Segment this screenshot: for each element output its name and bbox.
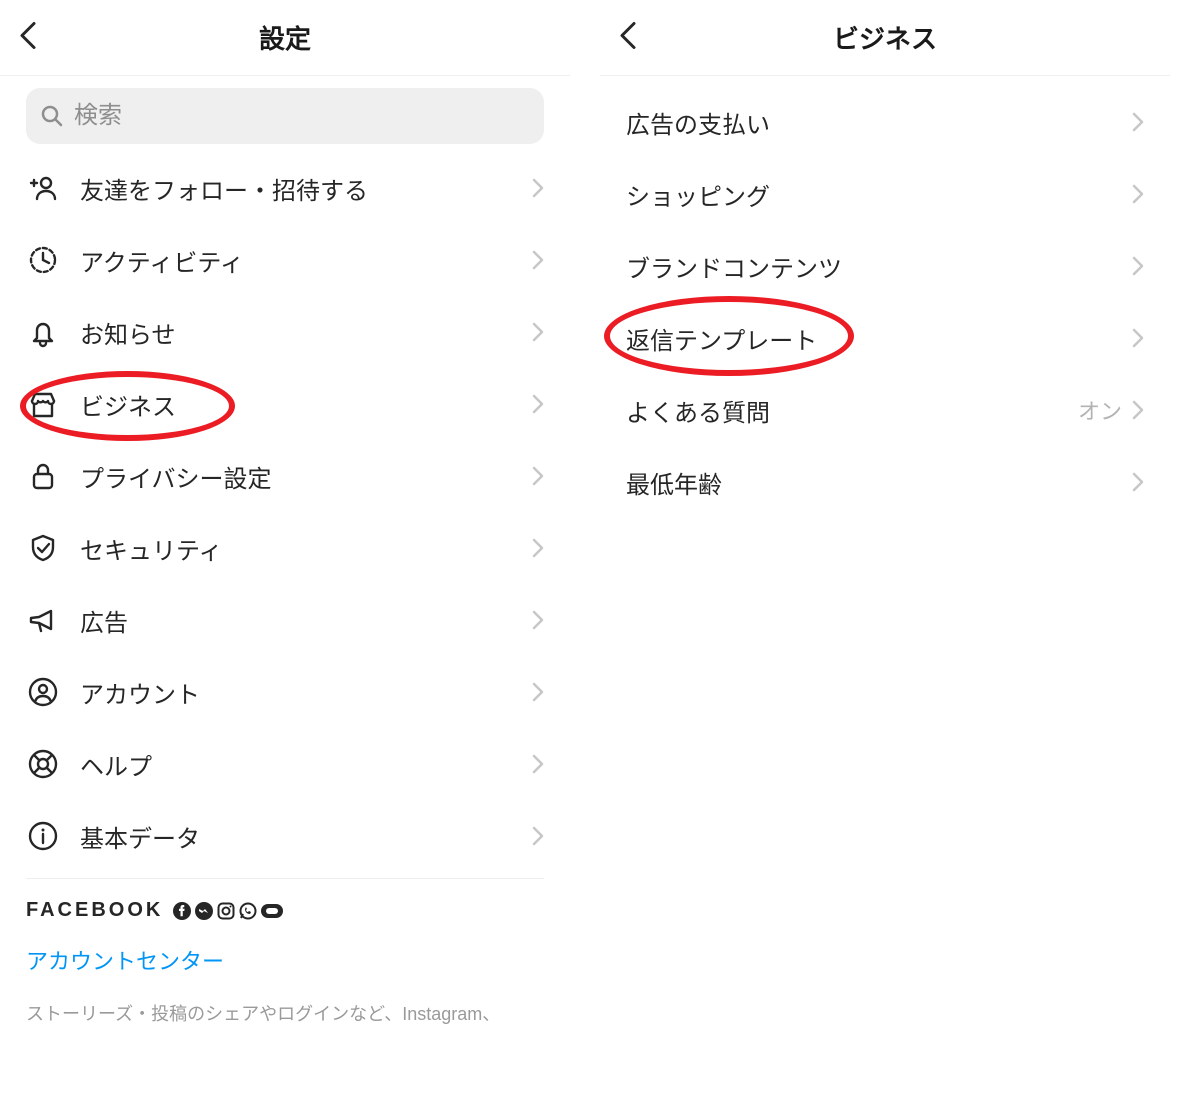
chevron-right-icon [1132, 328, 1144, 348]
chevron-right-icon [532, 754, 544, 774]
row-label: アクティビティ [80, 243, 532, 278]
settings-list: 友達をフォロー・招待する アクティビティ お知らせ ビジネス [0, 152, 570, 879]
bell-icon [26, 315, 60, 349]
instagram-icon [217, 902, 235, 920]
lifebuoy-icon [26, 747, 60, 781]
chevron-right-icon [532, 610, 544, 630]
row-account[interactable]: アカウント [26, 656, 544, 728]
row-branded-content[interactable]: ブランドコンテンツ [626, 230, 1144, 302]
row-label: 広告 [80, 603, 532, 638]
facebook-section: FACEBOOK アカウントセンター ストーリーズ・投稿のシェアやログインなど、… [0, 879, 570, 1026]
chevron-right-icon [532, 538, 544, 558]
back-button[interactable] [618, 20, 638, 55]
row-label: アカウント [80, 675, 532, 710]
row-help[interactable]: ヘルプ [26, 728, 544, 800]
chevron-right-icon [1132, 112, 1144, 132]
info-icon [26, 819, 60, 853]
chevron-right-icon [532, 250, 544, 270]
row-shopping[interactable]: ショッピング [626, 158, 1144, 230]
chevron-right-icon [1132, 256, 1144, 276]
header: ビジネス [600, 0, 1170, 76]
chevron-right-icon [532, 826, 544, 846]
search-icon [40, 104, 64, 128]
row-label: ヘルプ [80, 747, 532, 782]
header: 設定 [0, 0, 570, 76]
row-saved-replies[interactable]: 返信テンプレート [626, 302, 1144, 374]
chevron-left-icon [18, 20, 38, 50]
search-input[interactable] [74, 102, 530, 130]
chevron-right-icon [532, 682, 544, 702]
chevron-right-icon [532, 178, 544, 198]
row-activity[interactable]: アクティビティ [26, 224, 544, 296]
lock-icon [26, 459, 60, 493]
megaphone-icon [26, 603, 60, 637]
row-label: お知らせ [80, 315, 532, 350]
search-box[interactable] [26, 88, 544, 144]
row-label: 友達をフォロー・招待する [80, 171, 532, 206]
add-person-icon [26, 171, 60, 205]
row-label: 基本データ [80, 819, 532, 854]
row-label: よくある質問 [626, 393, 1078, 428]
oculus-icon [261, 904, 283, 918]
chevron-right-icon [1132, 472, 1144, 492]
facebook-label: FACEBOOK [26, 899, 163, 922]
settings-screen: 設定 友達をフォロー・招待する アクティビティ [0, 0, 570, 1096]
row-security[interactable]: セキュリティ [26, 512, 544, 584]
chevron-right-icon [532, 322, 544, 342]
facebook-icon [173, 902, 191, 920]
whatsapp-icon [239, 902, 257, 920]
row-follow-invite[interactable]: 友達をフォロー・招待する [26, 152, 544, 224]
messenger-icon [195, 902, 213, 920]
facebook-app-icons [173, 902, 283, 920]
chevron-right-icon [532, 466, 544, 486]
row-business[interactable]: ビジネス [26, 368, 544, 440]
account-center-link[interactable]: アカウントセンター [26, 944, 544, 976]
back-button[interactable] [18, 20, 38, 55]
row-label: ビジネス [80, 387, 532, 422]
shield-icon [26, 531, 60, 565]
row-value: オン [1078, 394, 1122, 426]
business-list: 広告の支払い ショッピング ブランドコンテンツ 返信テンプレート よくある質問 … [600, 76, 1170, 518]
row-label: 最低年齢 [626, 465, 1132, 500]
row-minimum-age[interactable]: 最低年齢 [626, 446, 1144, 518]
chevron-left-icon [618, 20, 638, 50]
row-notifications[interactable]: お知らせ [26, 296, 544, 368]
activity-icon [26, 243, 60, 277]
chevron-right-icon [532, 394, 544, 414]
footnote-text: ストーリーズ・投稿のシェアやログインなど、Instagram、 [26, 1000, 544, 1026]
row-label: ショッピング [626, 177, 1132, 212]
row-label: 広告の支払い [626, 105, 1132, 140]
row-label: 返信テンプレート [626, 321, 1132, 356]
user-circle-icon [26, 675, 60, 709]
search-container [0, 76, 570, 152]
chevron-right-icon [1132, 184, 1144, 204]
facebook-header: FACEBOOK [26, 899, 544, 922]
row-label: ブランドコンテンツ [626, 249, 1132, 284]
storefront-icon [26, 387, 60, 421]
row-label: プライバシー設定 [80, 459, 532, 494]
page-title: 設定 [0, 19, 570, 56]
page-title: ビジネス [600, 19, 1170, 56]
row-ad-payments[interactable]: 広告の支払い [626, 86, 1144, 158]
business-screen: ビジネス 広告の支払い ショッピング ブランドコンテンツ 返信テンプレート よく… [600, 0, 1170, 1096]
row-faq[interactable]: よくある質問 オン [626, 374, 1144, 446]
row-about[interactable]: 基本データ [26, 800, 544, 872]
row-ads[interactable]: 広告 [26, 584, 544, 656]
row-privacy[interactable]: プライバシー設定 [26, 440, 544, 512]
chevron-right-icon [1132, 400, 1144, 420]
row-label: セキュリティ [80, 531, 532, 566]
